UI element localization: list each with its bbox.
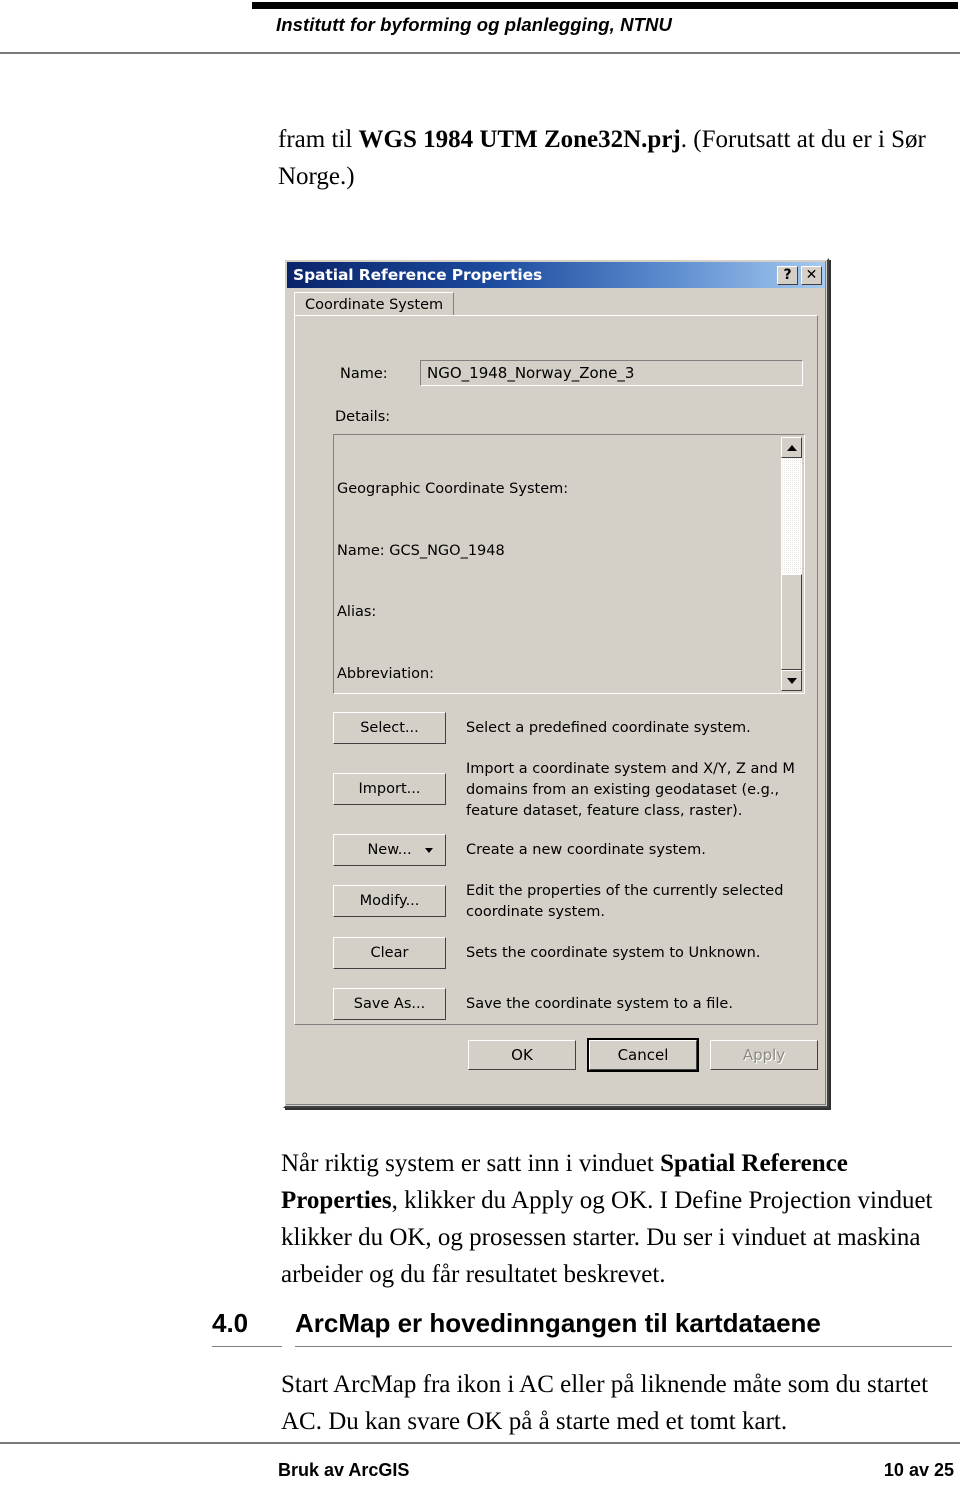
action-row-select: Select... Select a predefined coordinate… <box>333 712 803 752</box>
details-line: Geographic Coordinate System: <box>337 481 569 497</box>
help-icon[interactable]: ? <box>777 265 798 285</box>
titlebar-button-group: ? ✕ <box>777 265 822 285</box>
section-heading-4-0: 4.0 ArcMap er hovedinngangen til kartdat… <box>212 1308 952 1352</box>
name-label: Name: <box>340 366 388 382</box>
modify-button[interactable]: Modify... <box>333 885 446 917</box>
after-dialog-paragraph: Når riktig system er satt inn i vinduet … <box>281 1145 941 1293</box>
scrollbar-track[interactable] <box>781 458 802 670</box>
modify-description: Edit the properties of the currently sel… <box>466 883 784 920</box>
after-text-pre: Når riktig system er satt inn i vinduet <box>281 1150 661 1177</box>
action-row-modify: Modify... Edit the properties of the cur… <box>333 881 803 929</box>
details-line: Abbreviation: <box>337 665 435 682</box>
footer-document-title: Bruk av ArcGIS <box>278 1460 410 1480</box>
save-as-button[interactable]: Save As... <box>333 988 446 1020</box>
scrollbar-thumb[interactable] <box>781 574 802 670</box>
select-button[interactable]: Select... <box>333 712 446 744</box>
details-scrollbar[interactable] <box>781 437 802 691</box>
close-icon[interactable]: ✕ <box>801 265 822 285</box>
action-row-import: Import... Import a coordinate system and… <box>333 759 803 825</box>
select-description: Select a predefined coordinate system. <box>466 720 751 736</box>
cancel-button[interactable]: Cancel <box>587 1038 699 1072</box>
details-list-content: Geographic Coordinate System: Name: GCS_… <box>337 438 779 690</box>
clear-description: Sets the coordinate system to Unknown. <box>466 945 761 961</box>
chevron-down-icon[interactable] <box>425 847 433 853</box>
scroll-up-arrow-icon[interactable] <box>781 437 802 458</box>
dialog-titlebar[interactable]: Spatial Reference Properties ? ✕ <box>287 262 825 288</box>
header-bottom-rule <box>0 52 960 54</box>
scroll-down-arrow-icon[interactable] <box>781 670 802 691</box>
new-button[interactable]: New... <box>333 834 446 866</box>
import-button[interactable]: Import... <box>333 773 446 805</box>
tab-strip: Coordinate System <box>294 292 818 316</box>
apply-button: Apply <box>710 1040 818 1070</box>
new-description: Create a new coordinate system. <box>466 842 706 858</box>
header-top-rule <box>252 2 958 9</box>
details-line: Name: GCS_NGO_1948 <box>337 542 505 559</box>
intro-text-bold: WGS 1984 UTM Zone32N.prj <box>358 126 681 153</box>
clear-button[interactable]: Clear <box>333 937 446 969</box>
new-button-label: New... <box>367 842 412 858</box>
dialog-title: Spatial Reference Properties <box>293 266 543 284</box>
section-paragraph: Start ArcMap fra ikon i AC eller på likn… <box>281 1371 929 1435</box>
spatial-reference-properties-dialog[interactable]: Spatial Reference Properties ? ✕ Coordin… <box>283 258 829 1108</box>
intro-paragraph: fram til WGS 1984 UTM Zone32N.prj. (Foru… <box>278 121 938 195</box>
footer-rule <box>0 1442 960 1444</box>
dialog-button-bar: OK Cancel Apply <box>294 1032 818 1080</box>
coordinate-system-panel: Name: NGO_1948_Norway_Zone_3 Details: Ge… <box>294 315 818 1025</box>
footer-page-number: 10 av 25 <box>883 1460 954 1480</box>
save-as-description: Save the coordinate system to a file. <box>466 996 733 1012</box>
import-description: Import a coordinate system and X/Y, Z an… <box>466 761 795 819</box>
details-line: Alias: <box>337 604 377 620</box>
section-title: ArcMap er hovedinngangen til kartdataene <box>295 1308 952 1347</box>
intro-text-pre: fram til <box>278 126 359 153</box>
details-listbox[interactable]: Geographic Coordinate System: Name: GCS_… <box>333 434 805 694</box>
details-label: Details: <box>335 409 391 425</box>
action-row-save-as: Save As... Save the coordinate system to… <box>333 988 803 1028</box>
action-row-clear: Clear Sets the coordinate system to Unkn… <box>333 937 803 977</box>
action-row-new: New... Create a new coordinate system. <box>333 834 803 874</box>
tab-coordinate-system[interactable]: Coordinate System <box>294 292 455 316</box>
page-header-title: Institutt for byforming og planlegging, … <box>276 14 672 35</box>
name-input[interactable]: NGO_1948_Norway_Zone_3 <box>420 360 803 386</box>
section-number: 4.0 <box>212 1308 282 1347</box>
ok-button[interactable]: OK <box>468 1040 576 1070</box>
